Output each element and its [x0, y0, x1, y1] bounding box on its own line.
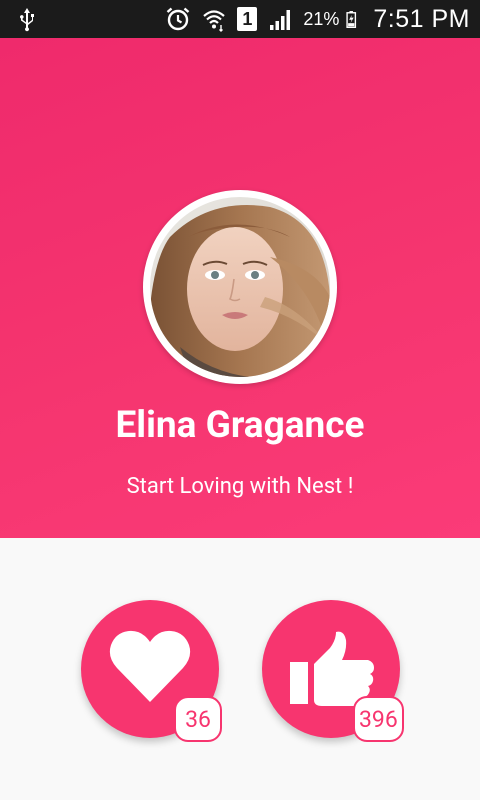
signal-icon: [270, 10, 291, 30]
usb-icon: [20, 8, 34, 32]
sim-icon: 1: [237, 7, 258, 31]
battery-percent: 21%: [303, 8, 340, 29]
battery-icon: [346, 11, 357, 28]
love-button[interactable]: 36: [81, 600, 222, 742]
profile-name: Elina Gragance: [115, 404, 365, 447]
love-count-badge: 36: [174, 696, 222, 742]
profile-header: Elina Gragance Start Loving with Nest !: [0, 38, 480, 538]
avatar: [150, 197, 330, 377]
clock: 7:51 PM: [373, 4, 470, 33]
profile-photo: [150, 197, 330, 377]
wifi-icon: [203, 10, 226, 32]
profile-tagline: Start Loving with Nest !: [126, 474, 354, 499]
alarm-icon: [167, 7, 190, 31]
status-bar: 1 21% 7:51 PM: [0, 0, 480, 38]
avatar-frame[interactable]: [143, 190, 337, 384]
like-count-badge: 396: [353, 696, 404, 742]
like-button[interactable]: 396: [262, 600, 404, 742]
